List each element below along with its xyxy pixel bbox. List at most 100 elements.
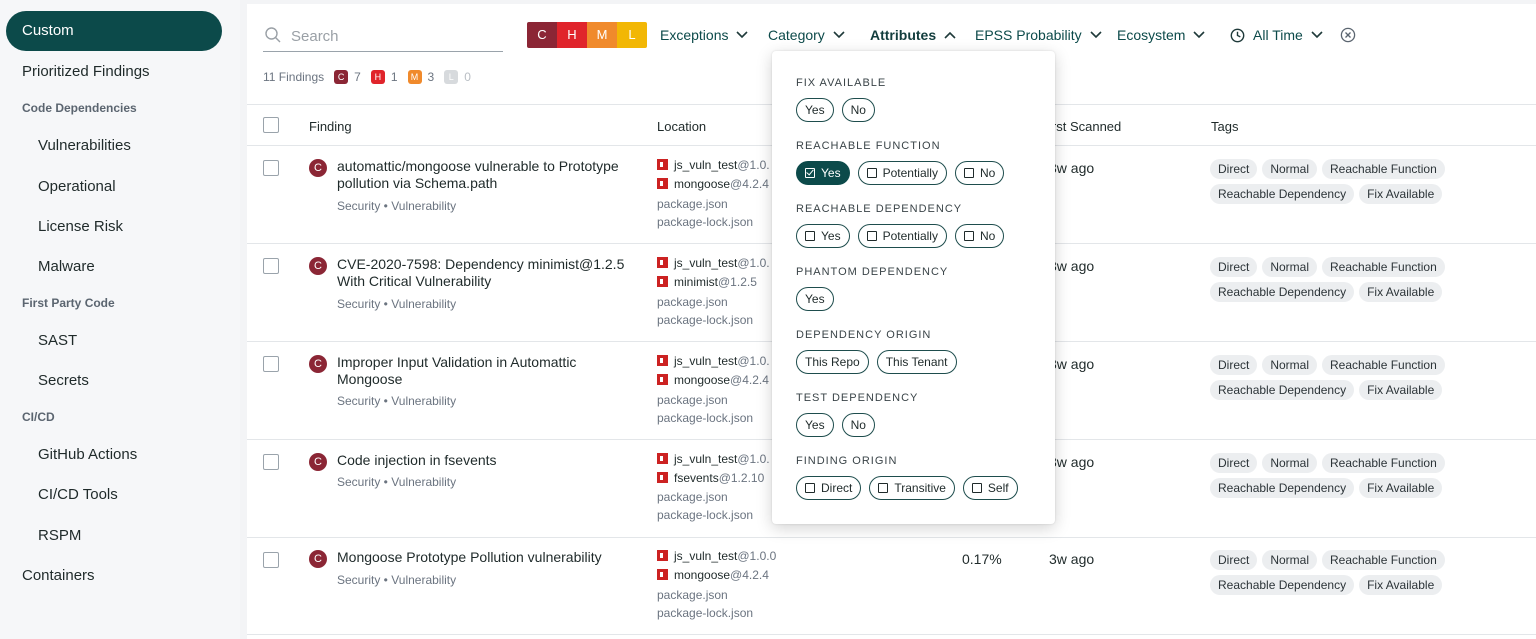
severity-filter: C H M L <box>527 22 647 48</box>
location-file: package-lock.json <box>657 215 754 229</box>
column-header-first-scanned[interactable]: irst Scanned <box>1049 119 1121 134</box>
filter-exceptions[interactable]: Exceptions <box>660 27 749 43</box>
row-checkbox[interactable] <box>263 552 279 568</box>
high-count: 1 <box>390 70 398 84</box>
chip-finding-origin-transitive[interactable]: Transitive <box>869 476 955 500</box>
checkbox-icon <box>805 483 815 493</box>
chip-reachable-function-yes[interactable]: Yes <box>796 161 850 185</box>
chip-reachable-dependency-no[interactable]: No <box>954 224 1005 248</box>
location-package: fsevents@1.2.10 <box>657 471 764 485</box>
sidebar-item-rspm[interactable]: RSPM <box>38 527 81 544</box>
chip-group: Yes Potentially No <box>796 224 1005 248</box>
sidebar-section-cicd: CI/CD <box>22 410 55 424</box>
chip-finding-origin-self[interactable]: Self <box>962 476 1018 500</box>
tag-list: Direct Normal Reachable Function Reachab… <box>1210 159 1510 204</box>
filter-ecosystem[interactable]: Ecosystem <box>1117 27 1206 43</box>
finding-title-link[interactable]: CVE-2020-7598: Dependency minimist@1.2.5… <box>337 256 637 290</box>
filter-attributes[interactable]: Attributes <box>870 27 956 43</box>
sidebar-item-license-risk[interactable]: License Risk <box>38 218 123 235</box>
npm-icon <box>657 569 668 580</box>
first-scanned: 3w ago <box>1049 551 1095 567</box>
location-file: package-lock.json <box>657 508 754 522</box>
sidebar-item-secrets[interactable]: Secrets <box>38 372 89 389</box>
search-input[interactable] <box>291 24 491 48</box>
checkbox-icon <box>971 483 982 493</box>
row-checkbox[interactable] <box>263 258 279 274</box>
search-box[interactable] <box>263 22 503 52</box>
finding-title-link[interactable]: Mongoose Prototype Pollution vulnerabili… <box>337 549 657 566</box>
npm-icon <box>657 374 668 385</box>
row-checkbox[interactable] <box>263 160 279 176</box>
tag: Normal <box>1262 355 1318 375</box>
low-count-badge: L <box>444 70 459 84</box>
column-header-finding[interactable]: Finding <box>309 119 352 134</box>
tag: Normal <box>1262 453 1318 473</box>
location-package: mongoose@4.2.4 <box>657 373 769 387</box>
finding-meta: Security • Vulnerability <box>337 297 457 311</box>
section-reachable-function: REACHABLE FUNCTION <box>796 140 941 152</box>
filter-category[interactable]: Category <box>768 27 845 43</box>
sidebar-item-malware[interactable]: Malware <box>38 258 95 275</box>
sidebar-item-operational[interactable]: Operational <box>38 178 116 195</box>
tag: Fix Available <box>1359 184 1443 204</box>
chip-reachable-function-no[interactable]: No <box>954 161 1005 185</box>
npm-icon <box>657 453 668 464</box>
chip-test-dependency-yes[interactable]: Yes <box>796 413 834 437</box>
chip-reachable-dependency-yes[interactable]: Yes <box>796 224 850 248</box>
row-checkbox[interactable] <box>263 356 279 372</box>
column-header-location[interactable]: Location <box>657 119 706 134</box>
chip-test-dependency-no[interactable]: No <box>841 413 875 437</box>
finding-title-link[interactable]: automattic/mongoose vulnerable to Protot… <box>337 158 637 192</box>
sidebar-item-vulnerabilities[interactable]: Vulnerabilities <box>38 137 131 154</box>
sidebar-section-code-dependencies: Code Dependencies <box>22 101 137 115</box>
filter-label: Category <box>768 27 825 43</box>
severity-critical-button[interactable]: C <box>527 22 557 48</box>
clear-filters-icon[interactable] <box>1340 27 1356 43</box>
section-fix-available: FIX AVAILABLE <box>796 77 887 89</box>
chip-group: Yes Potentially No <box>796 161 1005 185</box>
chip-dependency-origin-this-tenant[interactable]: This Tenant <box>876 350 957 374</box>
sidebar-item-cicd-tools[interactable]: CI/CD Tools <box>38 486 118 503</box>
location-repo: js_vuln_test@1.0.0 <box>657 549 776 563</box>
finding-title-link[interactable]: Code injection in fsevents <box>337 452 637 469</box>
chip-phantom-dependency-yes[interactable]: Yes <box>796 287 834 311</box>
sidebar-item-prioritized-findings[interactable]: Prioritized Findings <box>22 63 150 80</box>
chip-dependency-origin-this-repo[interactable]: This Repo <box>796 350 869 374</box>
tag: Direct <box>1210 550 1258 570</box>
findings-summary: 11 Findings C7 H1 M3 L0 <box>263 70 471 84</box>
location-file: package.json <box>657 197 728 211</box>
medium-count: 3 <box>427 70 435 84</box>
chip-reachable-dependency-potentially[interactable]: Potentially <box>857 224 947 248</box>
filter-time-range[interactable]: All Time <box>1230 27 1323 43</box>
chip-group: Yes No <box>796 98 875 122</box>
filter-label: Exceptions <box>660 27 729 43</box>
chip-fix-available-no[interactable]: No <box>841 98 875 122</box>
tag: Reachable Dependency <box>1210 478 1355 498</box>
severity-medium-button[interactable]: M <box>587 22 617 48</box>
severity-critical-icon: C <box>309 159 327 177</box>
select-all-checkbox[interactable] <box>263 117 279 133</box>
sidebar-item-github-actions[interactable]: GitHub Actions <box>38 446 137 463</box>
chip-reachable-function-potentially[interactable]: Potentially <box>857 161 947 185</box>
section-phantom-dependency: PHANTOM DEPENDENCY <box>796 266 949 278</box>
filter-label: Ecosystem <box>1117 27 1186 43</box>
chip-finding-origin-direct[interactable]: Direct <box>796 476 862 500</box>
location-file: package-lock.json <box>657 313 754 327</box>
sidebar-item-sast[interactable]: SAST <box>38 332 77 349</box>
filter-epss-probability[interactable]: EPSS Probability <box>975 27 1102 43</box>
search-icon <box>265 27 281 43</box>
finding-title-link[interactable]: Improper Input Validation in Automattic … <box>337 354 637 388</box>
finding-meta: Security • Vulnerability <box>337 573 457 587</box>
tag: Normal <box>1262 159 1318 179</box>
tag: Normal <box>1262 257 1318 277</box>
row-checkbox[interactable] <box>263 454 279 470</box>
chip-fix-available-yes[interactable]: Yes <box>796 98 834 122</box>
severity-high-button[interactable]: H <box>557 22 587 48</box>
sidebar: Custom Prioritized Findings Code Depende… <box>0 0 240 639</box>
sidebar-item-custom[interactable]: Custom <box>6 11 222 51</box>
chevron-down-icon <box>1311 31 1323 39</box>
location-repo: js_vuln_test@1.0. <box>657 452 770 466</box>
location-file: package-lock.json <box>657 606 754 620</box>
sidebar-item-containers[interactable]: Containers <box>22 567 95 584</box>
severity-low-button[interactable]: L <box>617 22 647 48</box>
